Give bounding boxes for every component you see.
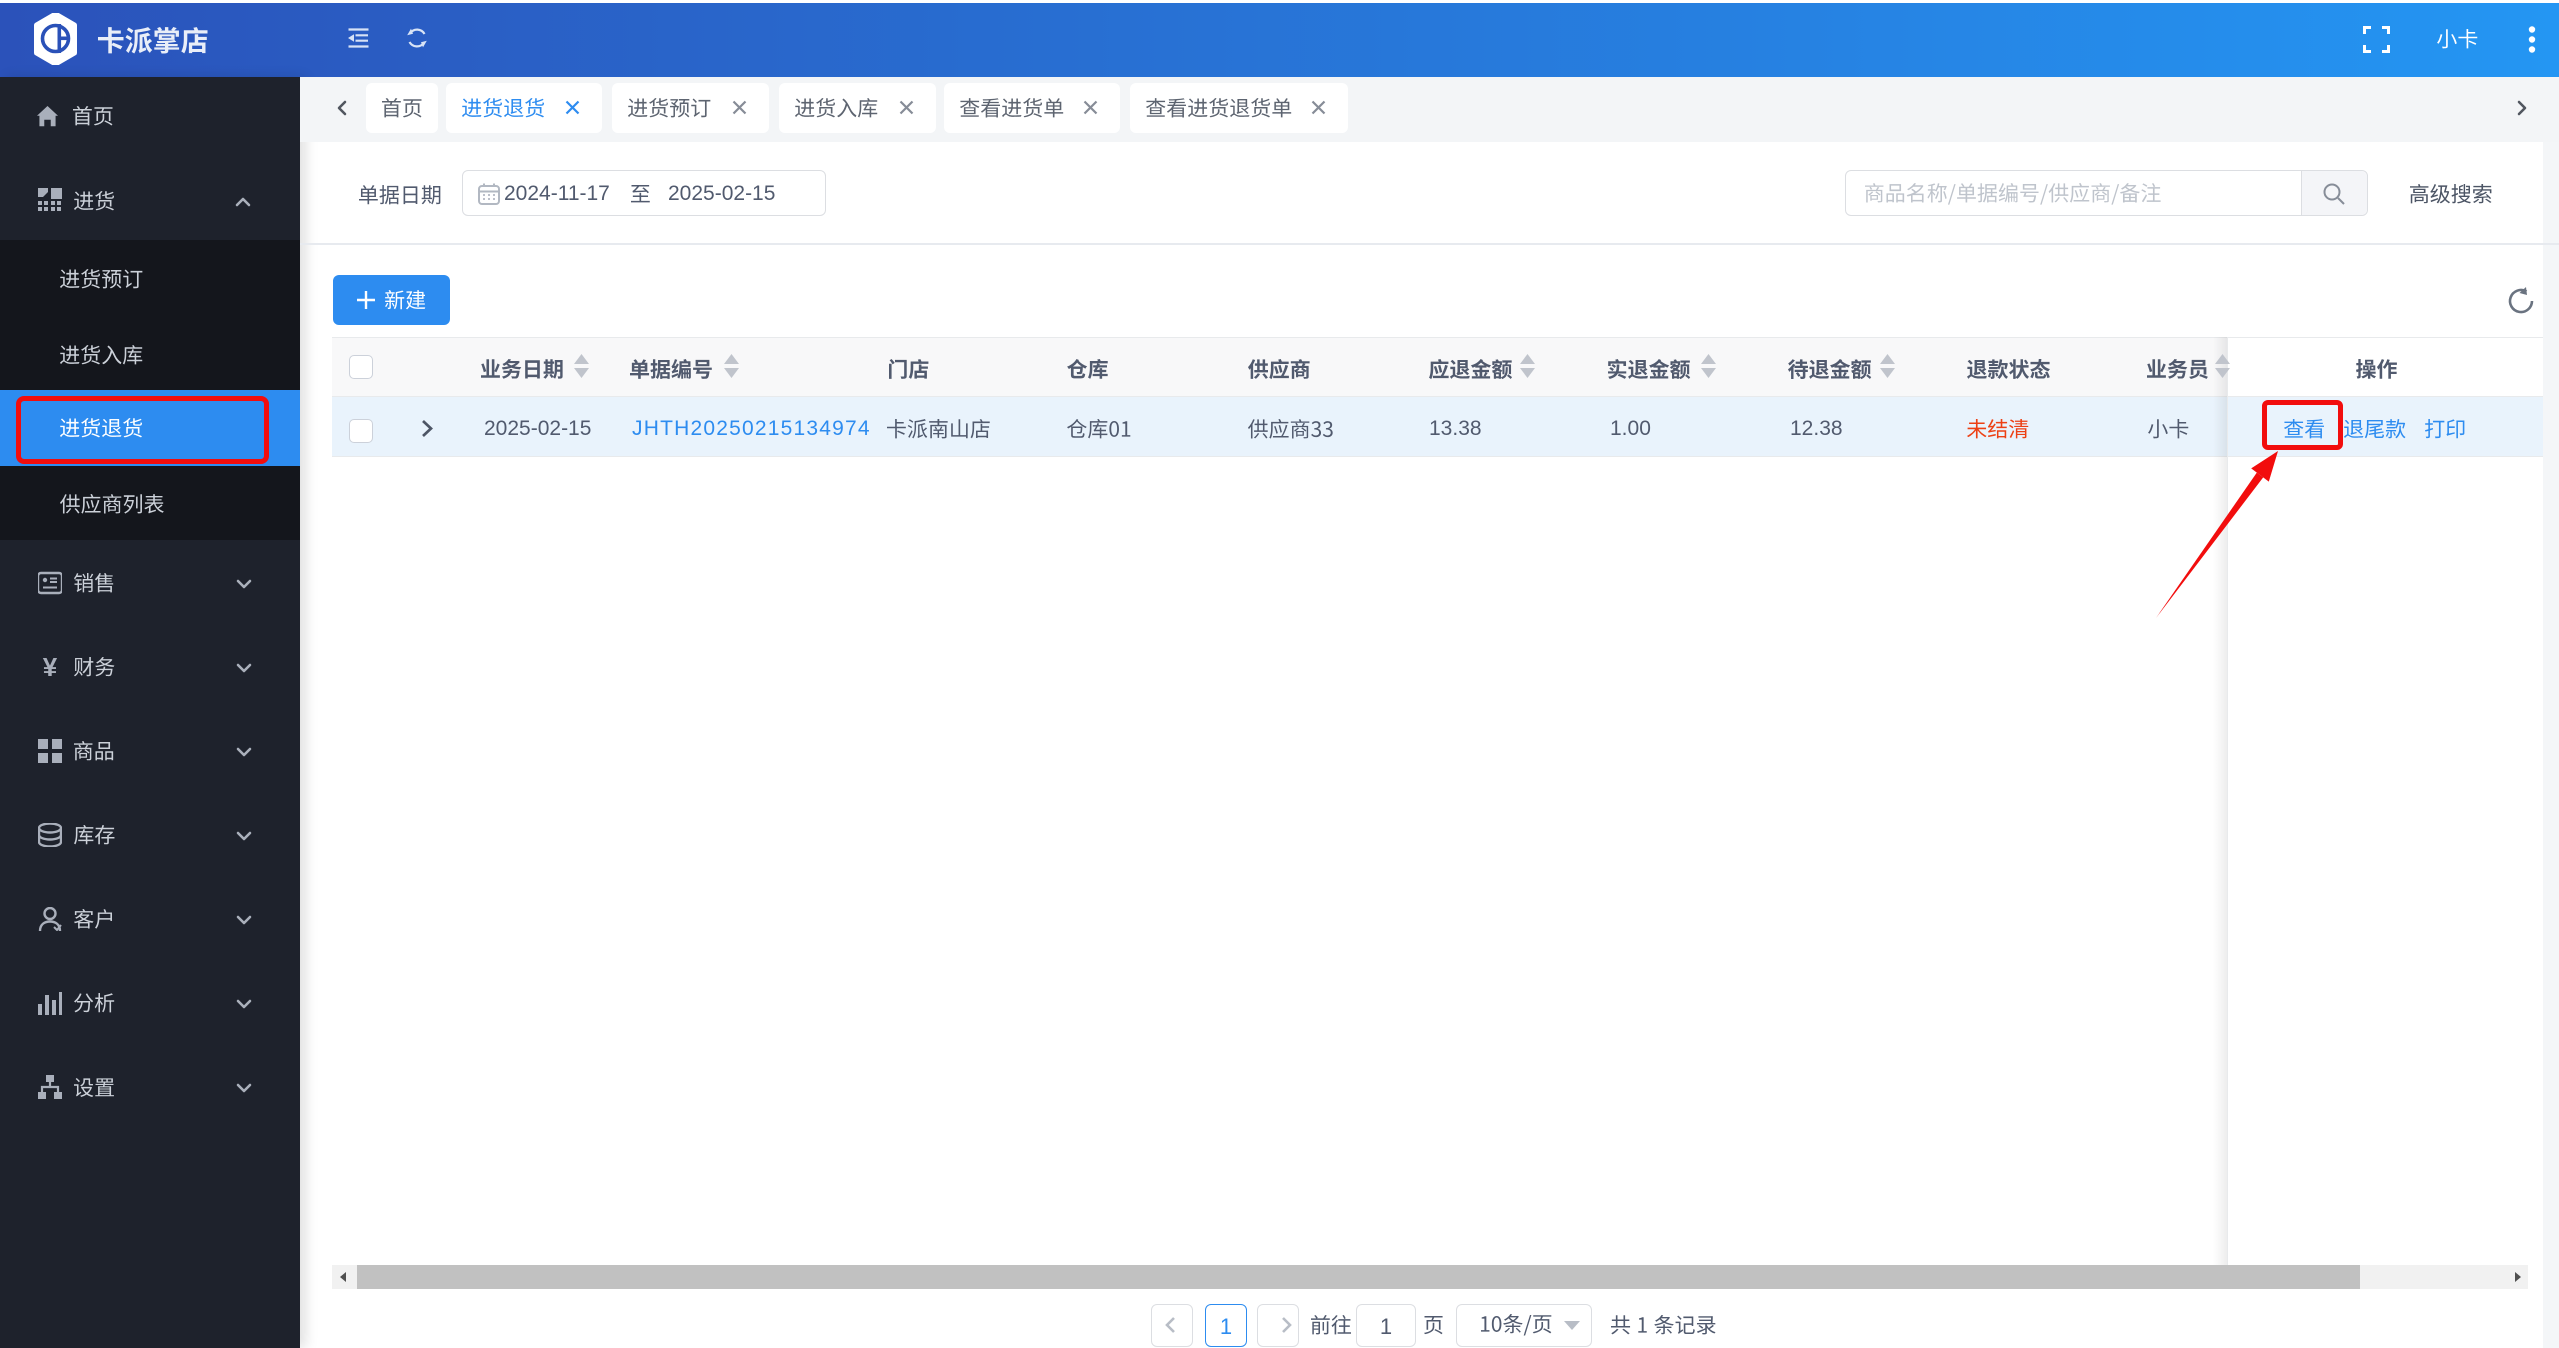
svg-text:¥: ¥: [43, 655, 58, 679]
